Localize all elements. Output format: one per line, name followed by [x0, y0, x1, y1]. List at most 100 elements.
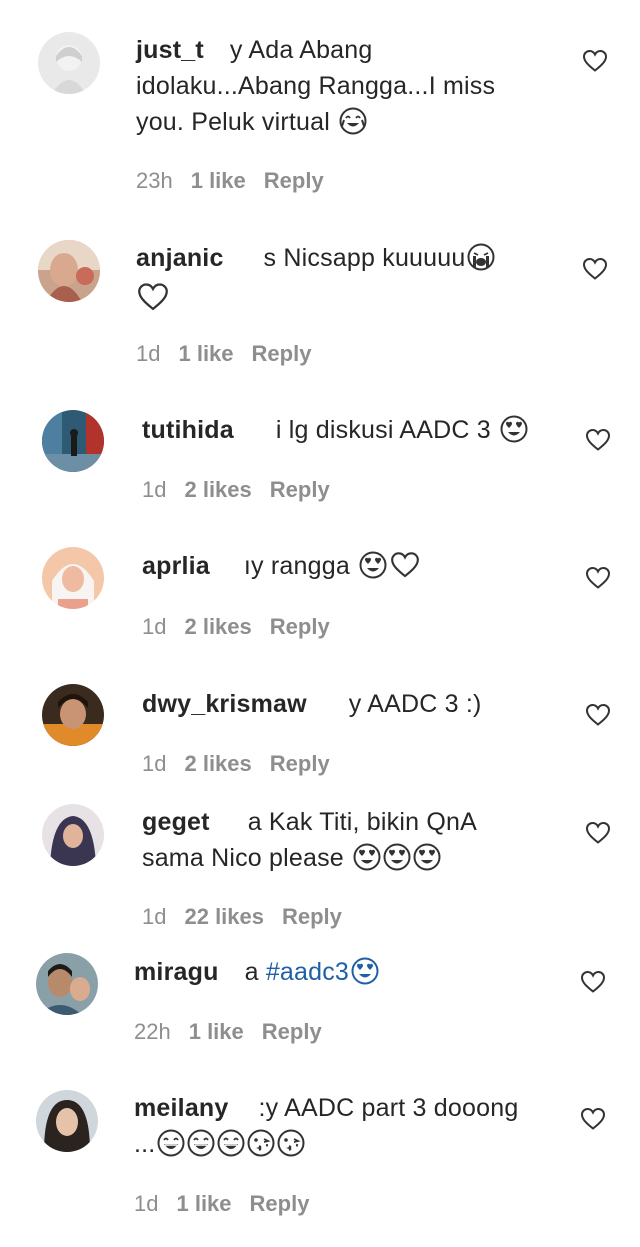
likes-count[interactable]: 2 likes [184, 614, 251, 639]
comment-line: :y AADC part 3 dooong [258, 1094, 519, 1122]
comment-line: sama Nico please [142, 844, 344, 872]
username[interactable]: dwy_krismaw [142, 690, 307, 718]
heart-eyes-emoji [353, 843, 381, 881]
comment-meta: 1d 1 like Reply [134, 1191, 327, 1217]
reply-button[interactable]: Reply [270, 751, 330, 776]
likes-count[interactable]: 1 like [191, 168, 246, 193]
comment-body: aprlia ıy rangga [142, 548, 564, 589]
kiss-emoji [247, 1129, 275, 1167]
comment-body: dwy_krismaw y AADC 3 :) [142, 686, 564, 722]
heart-eyes-emoji [359, 551, 387, 589]
comment-line: y Ada Abang [229, 36, 373, 64]
grinning-emoji [217, 1129, 245, 1167]
comment-line: i lg diskusi AADC 3 [275, 416, 491, 444]
avatar[interactable] [42, 410, 104, 472]
comment-body: just_t y Ada Abang idolaku...Abang Rangga… [136, 32, 564, 145]
heart-eyes-emoji [500, 415, 528, 453]
comment-body: tutihida i lg diskusi AADC 3 [142, 412, 564, 453]
comment-text: tutihida i lg diskusi AADC 3 [142, 412, 564, 453]
username[interactable]: just_t [136, 36, 204, 64]
heart-outline-icon[interactable] [580, 1107, 606, 1131]
likes-count[interactable]: 22 likes [184, 904, 264, 929]
likes-count[interactable]: 1 like [178, 341, 233, 366]
comment-line: ıy rangga [243, 552, 350, 580]
comment-meta: 23h 1 like Reply [136, 168, 342, 194]
comment-line: a [244, 958, 266, 986]
comment-body: anjanic s Nicsapp kuuuuu [136, 240, 564, 322]
heart-outline-icon[interactable] [580, 970, 606, 994]
grinning-emoji [187, 1129, 215, 1167]
comment-line: a Kak Titi, bikin QnA [247, 808, 477, 836]
avatar[interactable] [36, 953, 98, 1015]
comment-body: miragu a #aadc3 [134, 954, 564, 995]
comment-body: geget a Kak Titi, bikin QnA sama Nico ple… [142, 804, 564, 881]
timestamp: 23h [136, 168, 173, 193]
comment-line: y AADC 3 :) [348, 690, 482, 718]
timestamp: 1d [142, 614, 167, 639]
comment-line: idolaku...Abang Rangga...I miss [136, 72, 496, 100]
heart-outline-icon[interactable] [585, 703, 611, 727]
likes-count[interactable]: 1 like [176, 1191, 231, 1216]
comment-meta: 1d 2 likes Reply [142, 751, 348, 777]
username[interactable]: aprlia [142, 552, 210, 580]
kiss-emoji [277, 1129, 305, 1167]
username[interactable]: anjanic [136, 244, 224, 272]
comment-line: you. Peluk virtual [136, 108, 330, 136]
timestamp: 1d [136, 341, 161, 366]
comment-meta: 1d 1 like Reply [136, 341, 329, 367]
grinning-emoji [157, 1129, 185, 1167]
timestamp: 1d [134, 1191, 159, 1216]
comment-body: meilany :y AADC part 3 dooong ... [134, 1090, 564, 1167]
reply-button[interactable]: Reply [282, 904, 342, 929]
heart-eyes-emoji [413, 843, 441, 881]
heart-outline-icon[interactable] [585, 428, 611, 452]
username[interactable]: geget [142, 808, 210, 836]
comment-text: geget a Kak Titi, bikin QnA sama Nico ple… [142, 804, 564, 881]
comment-meta: 1d 2 likes Reply [142, 614, 348, 640]
comment-line: ... [134, 1130, 156, 1158]
comment-text: aprlia ıy rangga [142, 548, 564, 589]
username[interactable]: miragu [134, 958, 219, 986]
reply-button[interactable]: Reply [270, 614, 330, 639]
username[interactable]: meilany [134, 1094, 229, 1122]
timestamp: 1d [142, 904, 167, 929]
likes-count[interactable]: 1 like [189, 1019, 244, 1044]
avatar[interactable] [38, 240, 100, 302]
avatar[interactable] [38, 32, 100, 94]
comment-meta: 22h 1 like Reply [134, 1019, 340, 1045]
heart-eyes-emoji [383, 843, 411, 881]
heart-outline-emoji [136, 282, 170, 322]
timestamp: 1d [142, 751, 167, 776]
heart-outline-icon[interactable] [582, 257, 608, 281]
avatar[interactable] [42, 804, 104, 866]
timestamp: 1d [142, 477, 167, 502]
avatar[interactable] [42, 547, 104, 609]
reply-button[interactable]: Reply [250, 1191, 310, 1216]
reply-button[interactable]: Reply [270, 477, 330, 502]
heart-outline-icon[interactable] [582, 49, 608, 73]
comment-line: s Nicsapp kuuuuu [263, 244, 466, 272]
comment-text: meilany :y AADC part 3 dooong ... [134, 1090, 564, 1167]
loudly-crying-emoji [467, 243, 495, 281]
comment-meta: 1d 2 likes Reply [142, 477, 348, 503]
avatar[interactable] [36, 1090, 98, 1152]
heart-outline-emoji [389, 551, 421, 589]
comment-text: dwy_krismaw y AADC 3 :) [142, 686, 564, 722]
heart-eyes-emoji [351, 957, 379, 995]
likes-count[interactable]: 2 likes [184, 751, 251, 776]
comment-text: miragu a #aadc3 [134, 954, 564, 995]
avatar[interactable] [42, 684, 104, 746]
username[interactable]: tutihida [142, 416, 234, 444]
reply-button[interactable]: Reply [264, 168, 324, 193]
heart-outline-icon[interactable] [585, 821, 611, 845]
heart-outline-icon[interactable] [585, 566, 611, 590]
reply-button[interactable]: Reply [252, 341, 312, 366]
smiling-face-tears-emoji [339, 107, 367, 145]
comment-text: anjanic s Nicsapp kuuuuu [136, 240, 564, 322]
likes-count[interactable]: 2 likes [184, 477, 251, 502]
comment-text: just_t y Ada Abang idolaku...Abang Rangga… [136, 32, 564, 145]
timestamp: 22h [134, 1019, 171, 1044]
reply-button[interactable]: Reply [262, 1019, 322, 1044]
comment-meta: 1d 22 likes Reply [142, 904, 360, 930]
hashtag-link[interactable]: #aadc3 [266, 958, 349, 986]
